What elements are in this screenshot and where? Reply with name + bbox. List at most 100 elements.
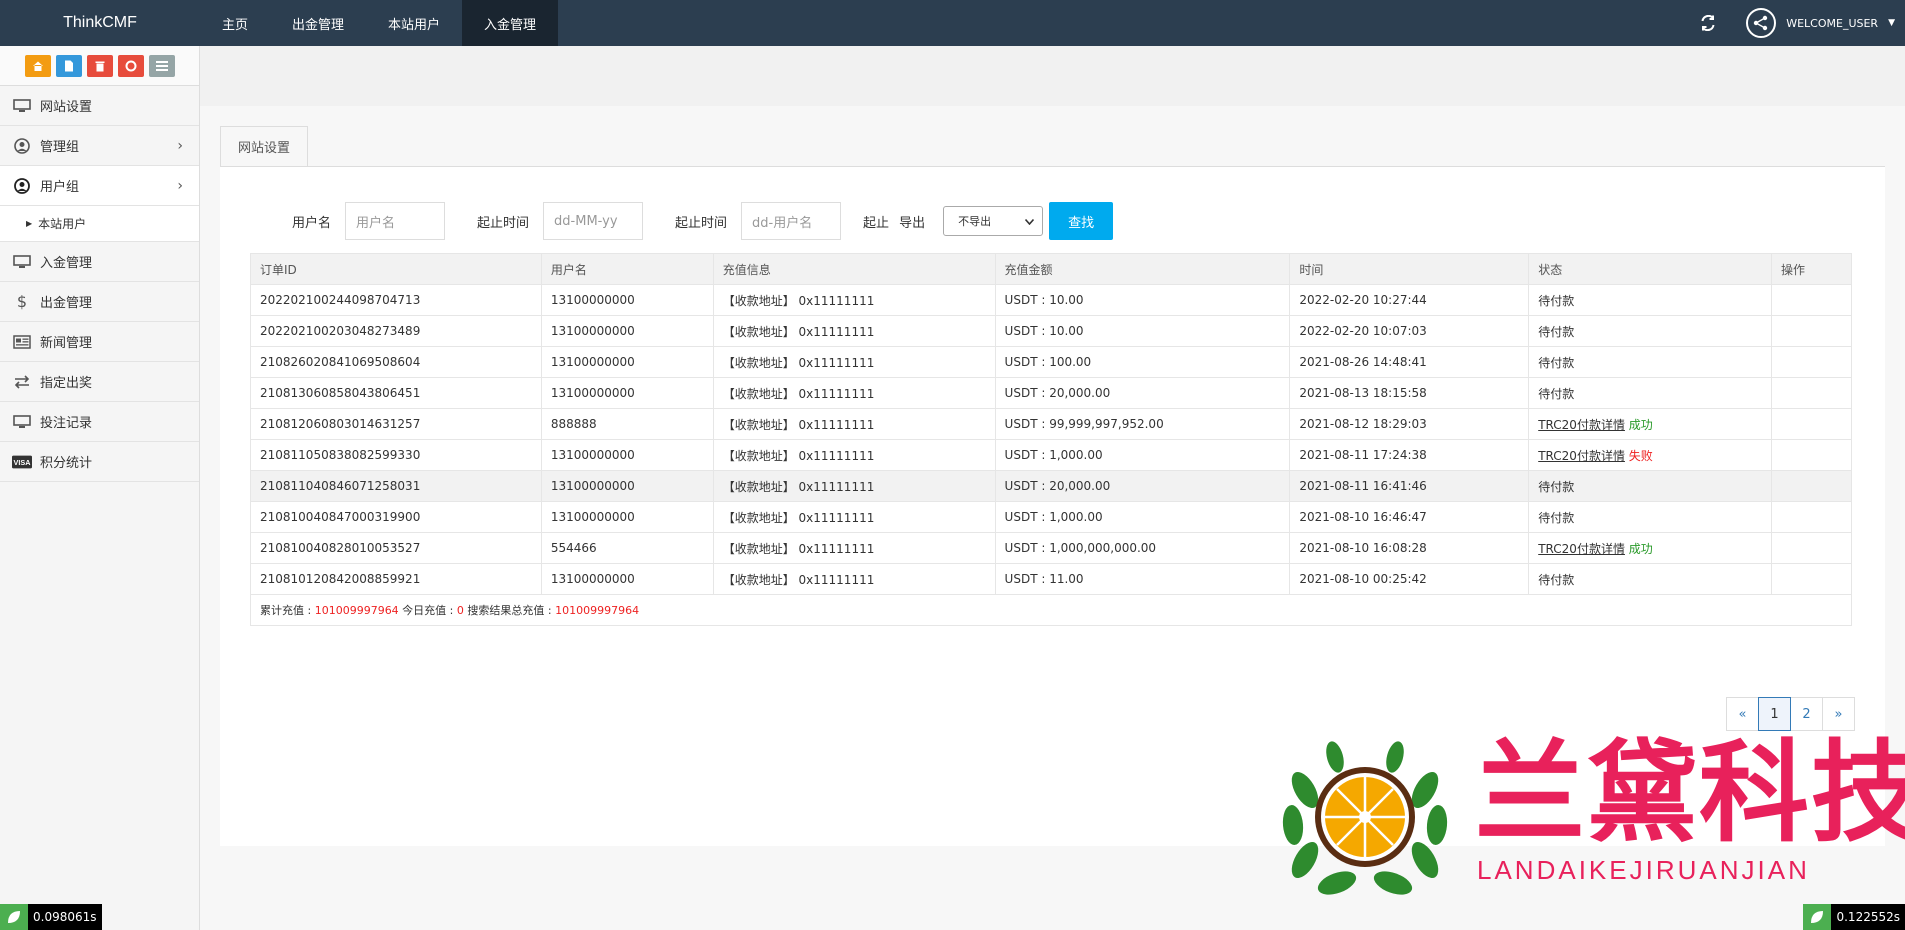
sidebar-subitem-label: 本站用户 bbox=[38, 217, 87, 231]
order-id: 210810040828010053527 bbox=[250, 532, 542, 564]
export-select[interactable]: 不导出 bbox=[943, 206, 1044, 236]
monitor-icon bbox=[12, 98, 32, 114]
order-id: 210810040847000319900 bbox=[250, 501, 542, 533]
total-value: 101009997964 bbox=[314, 604, 399, 617]
watermark-subtitle: LANDAIKEJIRUANJIAN bbox=[1477, 855, 1810, 885]
sidebar: 网站设置 管理组 › 用户组 › ▶ 本站用户 入金管理 $ 出金管理 新闻管理… bbox=[0, 46, 200, 930]
col-status: 状态 bbox=[1528, 253, 1773, 285]
table-row: 210811040846071258031 13100000000 【收款地址】… bbox=[250, 470, 1852, 502]
actions bbox=[1771, 501, 1852, 533]
start-time-label: 起止时间 bbox=[477, 215, 530, 231]
timer-value: 0.098061s bbox=[33, 910, 97, 924]
page-2[interactable]: 2 bbox=[1790, 697, 1823, 731]
actions bbox=[1771, 284, 1852, 316]
welcome-user[interactable]: WELCOME_USER bbox=[1786, 17, 1878, 30]
sidebar-item-deposit[interactable]: 入金管理 bbox=[0, 242, 199, 282]
time: 2021-08-13 18:15:58 bbox=[1289, 377, 1530, 409]
time: 2021-08-12 18:29:03 bbox=[1289, 408, 1530, 440]
brand-logo[interactable]: ThinkCMF bbox=[0, 14, 200, 32]
sidebar-item-points-stats[interactable]: VISA 积分统计 bbox=[0, 442, 199, 482]
visa-icon: VISA bbox=[12, 454, 32, 470]
sidebar-item-label: 管理组 bbox=[40, 140, 80, 155]
trc20-detail-link[interactable]: TRC20付款详情 bbox=[1538, 418, 1625, 432]
username: 13100000000 bbox=[540, 439, 714, 471]
actions bbox=[1771, 532, 1852, 564]
page-1[interactable]: 1 bbox=[1758, 697, 1791, 731]
table-row: 210810120842008859921 13100000000 【收款地址】… bbox=[250, 563, 1852, 595]
monitor-icon bbox=[12, 254, 32, 270]
file-icon[interactable] bbox=[55, 54, 82, 77]
search-total-value: 101009997964 bbox=[555, 604, 640, 617]
list-icon[interactable] bbox=[148, 54, 175, 77]
table-row: 210812060803014631257 888888 【收款地址】 0x11… bbox=[250, 408, 1852, 440]
username-input[interactable]: 用户名 bbox=[345, 202, 446, 240]
nav-home[interactable]: 主页 bbox=[200, 0, 270, 46]
user-icon bbox=[12, 177, 32, 194]
actions bbox=[1771, 315, 1852, 347]
sidebar-subitem-site-users[interactable]: ▶ 本站用户 bbox=[0, 206, 199, 242]
export-select-value: 不导出 bbox=[958, 215, 992, 228]
trc20-detail-link[interactable]: TRC20付款详情 bbox=[1538, 542, 1625, 556]
caret-right-icon: ▶ bbox=[26, 219, 33, 228]
search-total-label: 搜索结果总充值 : bbox=[463, 604, 556, 617]
recycle-icon[interactable] bbox=[117, 54, 144, 77]
status: TRC20付款详情 成功 bbox=[1528, 532, 1773, 564]
actions bbox=[1771, 439, 1852, 471]
sidebar-item-user-group[interactable]: 用户组 › bbox=[0, 166, 199, 206]
chevron-right-icon: › bbox=[177, 178, 183, 194]
chevron-down-icon[interactable]: ▼ bbox=[1888, 18, 1895, 28]
amount: USDT : 99,999,997,952.00 bbox=[994, 408, 1291, 440]
time: 2021-08-11 16:41:46 bbox=[1289, 470, 1530, 502]
amount: USDT : 10.00 bbox=[994, 315, 1291, 347]
table-row: 202202100244098704713 13100000000 【收款地址】… bbox=[250, 284, 1852, 316]
amount: USDT : 1,000.00 bbox=[994, 501, 1291, 533]
order-id: 210826020841069508604 bbox=[250, 346, 542, 378]
col-deposit-info: 充值信息 bbox=[712, 253, 996, 285]
status: 待付款 bbox=[1528, 377, 1773, 409]
sidebar-item-label: 积分统计 bbox=[40, 456, 93, 471]
today-value: 0 bbox=[456, 604, 464, 617]
main-nav: 主页 出金管理 本站用户 入金管理 bbox=[200, 0, 559, 46]
sidebar-item-label: 用户组 bbox=[40, 180, 80, 195]
search-button[interactable]: 查找 bbox=[1049, 202, 1114, 240]
col-amount: 充值金额 bbox=[994, 253, 1291, 285]
nav-deposit[interactable]: 入金管理 bbox=[462, 0, 559, 46]
exchange-icon bbox=[12, 374, 32, 390]
page-prev[interactable]: « bbox=[1726, 697, 1759, 731]
amount: USDT : 11.00 bbox=[994, 563, 1291, 595]
end-time-input[interactable]: dd-用户名 bbox=[741, 202, 842, 240]
col-actions: 操作 bbox=[1771, 253, 1852, 285]
sidebar-item-admin-group[interactable]: 管理组 › bbox=[0, 126, 199, 166]
refresh-icon[interactable] bbox=[1698, 13, 1718, 33]
avatar[interactable] bbox=[1746, 8, 1777, 38]
home-icon[interactable] bbox=[24, 54, 51, 77]
export-label: 导出 bbox=[899, 215, 926, 231]
status-result: 失败 bbox=[1628, 448, 1653, 463]
actions bbox=[1771, 470, 1852, 502]
nav-withdraw[interactable]: 出金管理 bbox=[270, 0, 366, 46]
time: 2021-08-11 17:24:38 bbox=[1289, 439, 1530, 471]
col-username: 用户名 bbox=[540, 253, 714, 285]
order-id: 210811040846071258031 bbox=[250, 470, 542, 502]
trash-icon[interactable] bbox=[86, 54, 113, 77]
username: 888888 bbox=[540, 408, 714, 440]
trc20-detail-link[interactable]: TRC20付款详情 bbox=[1538, 449, 1625, 463]
sidebar-item-withdraw[interactable]: $ 出金管理 bbox=[0, 282, 199, 322]
sidebar-item-label: 指定出奖 bbox=[40, 376, 93, 391]
sidebar-item-news[interactable]: 新闻管理 bbox=[0, 322, 199, 362]
time: 2021-08-10 16:08:28 bbox=[1289, 532, 1530, 564]
username: 13100000000 bbox=[540, 470, 714, 502]
amount: USDT : 20,000.00 bbox=[994, 377, 1291, 409]
nav-site-users[interactable]: 本站用户 bbox=[366, 0, 462, 46]
deposit-info: 【收款地址】 0x11111111 bbox=[712, 563, 996, 595]
tab-site-settings[interactable]: 网站设置 bbox=[220, 126, 308, 166]
sidebar-item-assign-prize[interactable]: 指定出奖 bbox=[0, 362, 199, 402]
status-result: 成功 bbox=[1628, 541, 1653, 556]
deposit-info: 【收款地址】 0x11111111 bbox=[712, 315, 996, 347]
page-next[interactable]: » bbox=[1822, 697, 1855, 731]
amount: USDT : 10.00 bbox=[994, 284, 1291, 316]
start-time-input[interactable]: dd-MM-yy bbox=[543, 202, 644, 240]
sidebar-item-site-settings[interactable]: 网站设置 bbox=[0, 86, 199, 126]
sidebar-item-bet-records[interactable]: 投注记录 bbox=[0, 402, 199, 442]
order-id: 210812060803014631257 bbox=[250, 408, 542, 440]
